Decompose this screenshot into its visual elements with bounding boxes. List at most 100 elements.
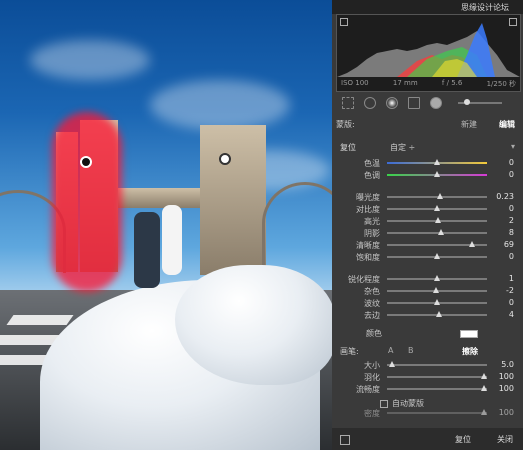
brush-a-button[interactable]: A [388, 346, 393, 355]
slider-label: 色温 [364, 159, 380, 168]
new-mask-button[interactable]: 新建 [461, 119, 477, 130]
slider-track[interactable] [387, 171, 487, 177]
slider-thumb[interactable] [481, 373, 487, 379]
slider-thumb[interactable] [434, 159, 440, 165]
slider-value: 8 [508, 228, 514, 237]
mask-pin[interactable] [219, 153, 231, 165]
slider-thumb[interactable] [435, 217, 441, 223]
slider-value: 100 [498, 408, 514, 417]
slider-track[interactable] [387, 385, 487, 391]
slider-thumb[interactable] [436, 311, 442, 317]
slider-thumb[interactable] [434, 171, 440, 177]
red-eye-icon[interactable] [386, 97, 398, 109]
slider-defringe[interactable]: 去边 4 [332, 310, 523, 320]
density-slider[interactable]: 密度 100 [332, 408, 523, 418]
edit-mask-button[interactable]: 编辑 [499, 119, 515, 130]
slider-thumb[interactable] [437, 193, 443, 199]
slider-thumb[interactable] [434, 253, 440, 259]
slider-thumb[interactable] [481, 385, 487, 391]
effect-header: 复位 自定 ÷ ▾ [340, 142, 515, 154]
brush-erase-button[interactable]: 擦除 [462, 346, 478, 357]
slider-track[interactable] [387, 311, 487, 317]
slider-track[interactable] [387, 253, 487, 259]
auto-mask-checkbox[interactable]: 自动蒙版 [380, 398, 510, 408]
right-tower [200, 125, 266, 275]
effect-reset-label[interactable]: 复位 [340, 142, 356, 153]
slider-exposure[interactable]: 曝光度 0.23 [332, 192, 523, 202]
slider-label: 波纹 [364, 299, 380, 308]
slider-saturation[interactable]: 饱和度 0 [332, 252, 523, 262]
slider-track[interactable] [387, 159, 487, 165]
slider-track[interactable] [387, 193, 487, 199]
slider-moire[interactable]: 波纹 0 [332, 298, 523, 308]
slider-track[interactable] [387, 205, 487, 211]
mask-pin-active[interactable] [80, 156, 92, 168]
slider-label: 高光 [364, 217, 380, 226]
slider-thumb[interactable] [438, 229, 444, 235]
slider-noise[interactable]: 杂色 -2 [332, 286, 523, 296]
slider-label: 羽化 [364, 373, 380, 382]
slider-temp[interactable]: 色温 0 [332, 158, 523, 168]
slider-track[interactable] [387, 373, 487, 379]
slider-value: 100 [498, 384, 514, 393]
collapse-icon[interactable]: ▾ [511, 142, 515, 151]
slider-value: 5.0 [501, 360, 514, 369]
slider-highlights[interactable]: 高光 2 [332, 216, 523, 226]
top-bar: 思缘设计论坛 [332, 0, 523, 14]
slider-label: 密度 [364, 409, 380, 418]
slider-track[interactable] [387, 275, 487, 281]
develop-panel: 思缘设计论坛 ISO 100 17 mm f / 5.6 1/250 秒 蒙版:… [332, 0, 523, 450]
slider-thumb[interactable] [433, 287, 439, 293]
slider-track[interactable] [387, 299, 487, 305]
slider-shadows[interactable]: 阴影 8 [332, 228, 523, 238]
slider-thumb[interactable] [434, 205, 440, 211]
slider-track[interactable] [387, 229, 487, 235]
slider-label: 色调 [364, 171, 380, 180]
brush-feather-slider[interactable]: 羽化 100 [332, 372, 523, 382]
photo-canvas[interactable] [0, 0, 332, 450]
slider-thumb[interactable] [389, 361, 395, 367]
graduated-filter-icon[interactable] [408, 97, 420, 109]
adjustment-brush-icon[interactable] [458, 99, 502, 105]
slider-thumb[interactable] [469, 241, 475, 247]
slider-track[interactable] [387, 241, 487, 247]
slider-value: 69 [503, 240, 514, 249]
slider-thumb[interactable] [481, 409, 487, 415]
slider-thumb[interactable] [434, 275, 440, 281]
color-label: 颜色 [366, 329, 382, 338]
crop-tool-icon[interactable] [342, 97, 354, 109]
spot-removal-icon[interactable] [364, 97, 376, 109]
slider-track[interactable] [387, 287, 487, 293]
slider-value: 100 [498, 372, 514, 381]
brush-header: 画笔: A B 擦除 [336, 346, 519, 358]
slider-thumb[interactable] [434, 299, 440, 305]
brush-size-slider[interactable]: 大小 5.0 [332, 360, 523, 370]
slider-sharpness[interactable]: 锐化程度 1 [332, 274, 523, 284]
cloud [150, 80, 290, 130]
checkbox-box[interactable] [380, 399, 388, 408]
slider-contrast[interactable]: 对比度 0 [332, 204, 523, 214]
shutter-label: 1/250 秒 [486, 80, 516, 88]
effect-preset-dropdown[interactable]: 自定 ÷ [390, 142, 415, 153]
radial-filter-icon[interactable] [430, 97, 442, 109]
slider-track[interactable] [387, 409, 487, 415]
cloud [30, 40, 150, 80]
slider-label: 清晰度 [356, 241, 380, 250]
bride [162, 205, 182, 275]
crosswalk-stripe [6, 315, 74, 325]
red-mask-overlay [52, 112, 122, 292]
slider-value: 0 [508, 252, 514, 261]
slider-label: 流畅度 [356, 385, 380, 394]
slider-track[interactable] [387, 217, 487, 223]
brush-flow-slider[interactable]: 流畅度 100 [332, 384, 523, 394]
toggle-switch-icon[interactable] [340, 435, 350, 445]
slider-clarity[interactable]: 清晰度 69 [332, 240, 523, 250]
slider-label: 曝光度 [356, 193, 380, 202]
close-button[interactable]: 关闭 [497, 434, 513, 445]
slider-value: 0 [508, 298, 514, 307]
color-swatch[interactable] [460, 330, 478, 338]
slider-tint[interactable]: 色调 0 [332, 170, 523, 180]
slider-track[interactable] [387, 361, 487, 367]
reset-button[interactable]: 复位 [455, 434, 471, 445]
brush-b-button[interactable]: B [408, 346, 414, 355]
